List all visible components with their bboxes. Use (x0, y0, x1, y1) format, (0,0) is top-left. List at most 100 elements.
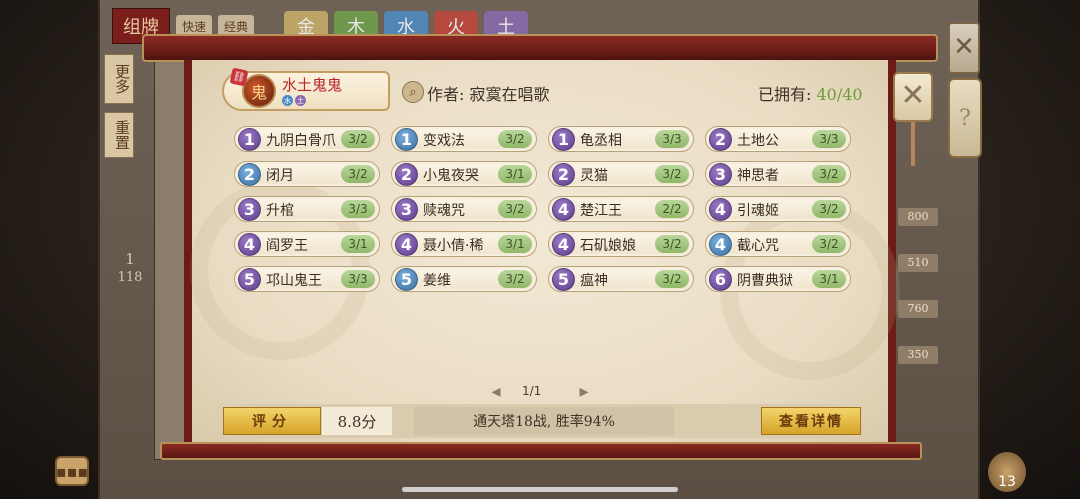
author-name: 寂寞在唱歌 (469, 85, 550, 104)
card-item[interactable]: 4 石矶娘娘 3/2 (548, 231, 694, 257)
card-quantity: 3/1 (498, 235, 532, 253)
deck-name: 水土鬼鬼 (282, 76, 343, 94)
card-quantity: 3/3 (655, 130, 689, 148)
right-number: 510 (898, 254, 938, 272)
card-cost-badge: 6 (709, 268, 732, 291)
chat-icon[interactable]: ▪▪▪ (55, 456, 89, 486)
card-name: 变戏法 (423, 133, 465, 149)
score-value: 8.8分 (322, 407, 392, 435)
card-item[interactable]: 3 升棺 3/3 (234, 196, 380, 222)
card-cost-badge: 3 (238, 198, 261, 221)
card-quantity: 2/2 (655, 200, 689, 218)
card-item[interactable]: 2 灵猫 3/2 (548, 161, 694, 187)
card-name: 姜维 (423, 273, 451, 289)
card-quantity: 3/2 (812, 235, 846, 253)
card-item[interactable]: 1 龟丞相 3/3 (548, 126, 694, 152)
card-cost-badge: 4 (552, 198, 575, 221)
card-cost-badge: 4 (238, 233, 261, 256)
card-cost-badge: 2 (709, 128, 732, 151)
owned-line: 已拥有: 40/40 (758, 81, 863, 105)
card-item[interactable]: 3 赎魂咒 3/2 (391, 196, 537, 222)
magnifier-icon[interactable]: ⌕ (402, 81, 424, 103)
card-cost-badge: 1 (552, 128, 575, 151)
card-cost-badge: 3 (709, 163, 732, 186)
card-quantity: 3/2 (655, 235, 689, 253)
page-next-icon[interactable]: ▸ (572, 380, 596, 402)
card-name: 阴曹典狱 (737, 273, 793, 289)
right-number: 760 (898, 300, 938, 318)
page-prev-icon[interactable]: ◂ (484, 380, 508, 402)
card-item[interactable]: 6 阴曹典狱 3/1 (705, 266, 851, 292)
author-label: 作者: (427, 85, 465, 104)
card-item[interactable]: 2 小鬼夜哭 3/1 (391, 161, 537, 187)
card-name: 瘟神 (580, 273, 608, 289)
card-item[interactable]: 5 瘟神 3/2 (548, 266, 694, 292)
card-name: 灵猫 (580, 168, 608, 184)
card-quantity: 3/1 (498, 165, 532, 183)
card-cost-badge: 5 (552, 268, 575, 291)
card-item[interactable]: 4 阎罗王 3/1 (234, 231, 380, 257)
card-quantity: 3/2 (341, 130, 375, 148)
scroll-bottom-rod (160, 442, 922, 460)
card-item[interactable]: 1 九阴白骨爪 3/2 (234, 126, 380, 152)
bag-count: 13 (998, 474, 1016, 490)
deck-avatar: 鬼 (242, 74, 276, 108)
card-quantity: 3/2 (655, 270, 689, 288)
page-indicator: 1/1 (522, 384, 542, 398)
reset-button[interactable]: 重置 (104, 112, 134, 158)
close-icon-background[interactable]: ✕ (948, 22, 980, 74)
card-quantity: 3/2 (341, 165, 375, 183)
card-item[interactable]: 5 邛山鬼王 3/3 (234, 266, 380, 292)
card-item[interactable]: 1 变戏法 3/2 (391, 126, 537, 152)
score-button[interactable]: 评分 (223, 407, 321, 435)
card-item[interactable]: 4 引魂姬 3/2 (705, 196, 851, 222)
deck-elements: 水 土 (282, 95, 306, 106)
lantern-decoration: ? (948, 78, 982, 158)
card-name: 九阴白骨爪 (266, 133, 336, 149)
card-list: 1 九阴白骨爪 3/2 1 变戏法 3/2 1 龟丞相 3/3 2 土地公 3/3 2 闭月 3/2 2 小鬼夜… (234, 126, 854, 292)
card-item[interactable]: 5 姜维 3/2 (391, 266, 537, 292)
card-item[interactable]: 4 截心咒 3/2 (705, 231, 851, 257)
author-line: 作者: 寂寞在唱歌 (427, 81, 550, 105)
card-item[interactable]: 2 闭月 3/2 (234, 161, 380, 187)
scroll-top-rod (142, 34, 938, 62)
owned-label: 已拥有: (758, 85, 812, 104)
more-button[interactable]: 更多 (104, 54, 134, 104)
link-icon[interactable]: ⛓ (229, 67, 249, 87)
card-name: 闭月 (266, 168, 294, 184)
card-name: 升棺 (266, 203, 294, 219)
card-cost-badge: 4 (709, 198, 732, 221)
view-details-button[interactable]: 查看详情 (761, 407, 861, 435)
bag-icon[interactable]: 13 (988, 452, 1026, 492)
card-item[interactable]: 3 神思者 3/2 (705, 161, 851, 187)
left-count-total: 118 (117, 270, 143, 285)
close-tassel (911, 122, 915, 166)
close-icon[interactable]: ✕ (893, 72, 933, 122)
card-quantity: 3/3 (812, 130, 846, 148)
card-name: 神思者 (737, 168, 779, 184)
card-quantity: 3/2 (812, 165, 846, 183)
card-item[interactable]: 4 楚江王 2/2 (548, 196, 694, 222)
card-cost-badge: 2 (395, 163, 418, 186)
card-item[interactable]: 2 土地公 3/3 (705, 126, 851, 152)
card-quantity: 3/3 (341, 270, 375, 288)
card-name: 龟丞相 (580, 133, 622, 149)
card-cost-badge: 4 (552, 233, 575, 256)
card-item[interactable]: 4 聂小倩·稀 3/1 (391, 231, 537, 257)
card-quantity: 3/2 (498, 130, 532, 148)
card-cost-badge: 4 (709, 233, 732, 256)
card-name: 土地公 (737, 133, 779, 149)
card-quantity: 3/2 (812, 200, 846, 218)
card-cost-badge: 5 (395, 268, 418, 291)
card-name: 阎罗王 (266, 238, 308, 254)
card-name: 石矶娘娘 (580, 238, 636, 254)
card-cost-badge: 3 (395, 198, 418, 221)
right-number: 800 (898, 208, 938, 226)
card-cost-badge: 1 (238, 128, 261, 151)
earth-element-icon: 土 (295, 95, 306, 106)
water-element-icon: 水 (282, 95, 293, 106)
card-quantity: 3/2 (498, 200, 532, 218)
right-number: 350 (898, 346, 938, 364)
card-quantity: 3/2 (655, 165, 689, 183)
card-quantity: 3/1 (812, 270, 846, 288)
